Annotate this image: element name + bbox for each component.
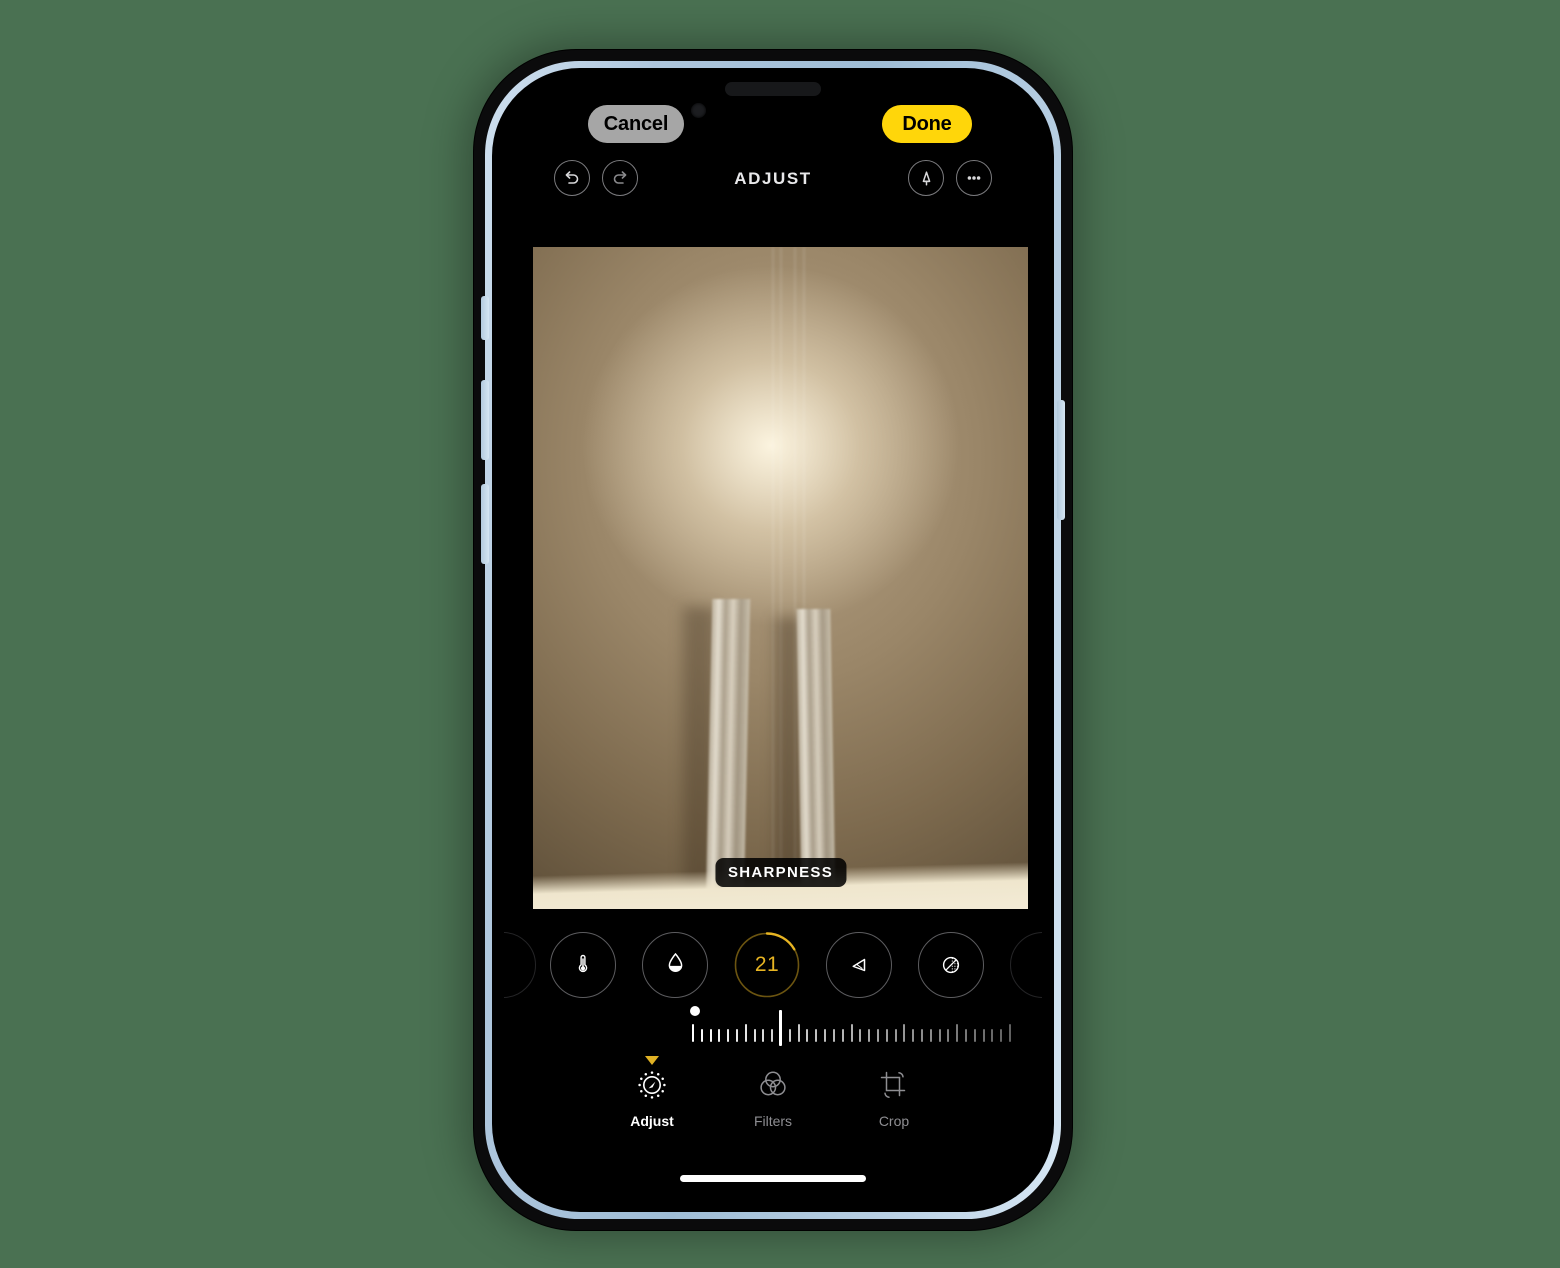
tool-edge-right[interactable] [1010, 932, 1042, 998]
adjustment-tool-carousel[interactable]: 21 [504, 932, 1042, 1000]
dynamic-island [725, 82, 821, 96]
volume-down-button[interactable] [481, 484, 489, 564]
markup-button[interactable] [908, 160, 944, 196]
droplet-icon [662, 949, 689, 981]
slider-tick [797, 1024, 800, 1042]
wall-seam-line [772, 247, 774, 909]
slider-tick [736, 1029, 739, 1042]
crop-icon [877, 1068, 911, 1107]
slider-tick [709, 1029, 712, 1042]
power-button[interactable] [1057, 400, 1065, 520]
tab-filters-label: Filters [753, 1113, 793, 1129]
adjustment-name-badge: SHARPNESS [714, 858, 847, 887]
slider-tick [868, 1029, 871, 1042]
slider-tick [1009, 1024, 1011, 1042]
photo-preview[interactable]: SHARPNESS [533, 247, 1028, 909]
slider-tick [788, 1029, 791, 1042]
selected-tab-caret-icon [645, 1056, 659, 1065]
triangle-definition-icon [852, 958, 866, 972]
slider-tick [815, 1029, 818, 1042]
slider-tick [991, 1029, 994, 1042]
slider-tick [806, 1029, 809, 1042]
slider-tick [964, 1029, 967, 1042]
mute-button[interactable] [481, 296, 489, 340]
volume-up-button[interactable] [481, 380, 489, 460]
slider-tick [920, 1029, 923, 1042]
slider-tick [832, 1029, 835, 1042]
slider-tick [771, 1029, 774, 1042]
slider-tick [982, 1029, 985, 1042]
phone-screen: SHARPNESS Cancel Done ADJUST 21 Adjust F… [504, 80, 1042, 1200]
tool-definition[interactable] [826, 932, 892, 998]
screenshot-stage: SHARPNESS Cancel Done ADJUST 21 Adjust F… [0, 0, 1560, 1268]
tab-adjust-label: Adjust [630, 1113, 674, 1129]
tool-warmth[interactable] [550, 932, 616, 998]
slider-tick [912, 1029, 915, 1042]
sharpness-slider[interactable] [504, 1002, 1042, 1046]
tab-crop-label: Crop [878, 1113, 910, 1129]
tool-edge-left[interactable] [504, 932, 536, 998]
slider-tick [859, 1029, 862, 1042]
tool-sharpness[interactable]: 21 [734, 932, 800, 998]
editor-nav-bar: ADJUST [504, 160, 1042, 204]
slider-tick [894, 1029, 897, 1042]
filters-circles-icon [756, 1068, 790, 1107]
thermometer-icon [570, 950, 596, 981]
slider-tick [841, 1029, 844, 1042]
slider-origin-dot [690, 1006, 700, 1016]
slider-tick [947, 1029, 950, 1042]
slider-tick [700, 1029, 703, 1042]
slider-tick [929, 1029, 932, 1042]
tab-crop[interactable]: Crop [856, 1068, 932, 1129]
slider-tick [762, 1029, 765, 1042]
slider-tick-track[interactable] [504, 1020, 1042, 1042]
home-indicator-bar[interactable] [680, 1175, 866, 1182]
tab-filters[interactable]: Filters [735, 1068, 811, 1129]
tab-adjust[interactable]: Adjust [614, 1056, 690, 1129]
slider-value-marker[interactable] [779, 1010, 782, 1046]
slider-tick [876, 1029, 879, 1042]
slider-tick [692, 1024, 694, 1042]
editor-top-bar: Cancel Done [504, 105, 1042, 151]
adjust-dial-icon [635, 1068, 669, 1107]
slider-tick [824, 1029, 827, 1042]
more-options-button[interactable] [956, 160, 992, 196]
slider-tick [727, 1029, 730, 1042]
slider-tick [973, 1029, 976, 1042]
slider-tick [885, 1029, 888, 1042]
slider-tick [718, 1029, 721, 1042]
noise-reduction-icon [942, 956, 960, 974]
more-ellipsis-icon [964, 168, 984, 188]
done-button[interactable]: Done [882, 105, 972, 143]
editor-mode-tabs: Adjust Filters Crop [504, 1056, 1042, 1140]
slider-tick [903, 1024, 906, 1042]
tool-tint[interactable] [642, 932, 708, 998]
slider-tick [744, 1024, 747, 1042]
slider-tick [938, 1029, 941, 1042]
cancel-button[interactable]: Cancel [588, 105, 684, 143]
slider-tick [850, 1024, 853, 1042]
markup-pen-icon [917, 169, 936, 188]
sharpness-progress-ring [734, 932, 800, 998]
slider-tick [753, 1029, 756, 1042]
slider-tick [956, 1024, 959, 1042]
tool-noise-reduction[interactable] [918, 932, 984, 998]
slider-tick [1000, 1029, 1003, 1042]
